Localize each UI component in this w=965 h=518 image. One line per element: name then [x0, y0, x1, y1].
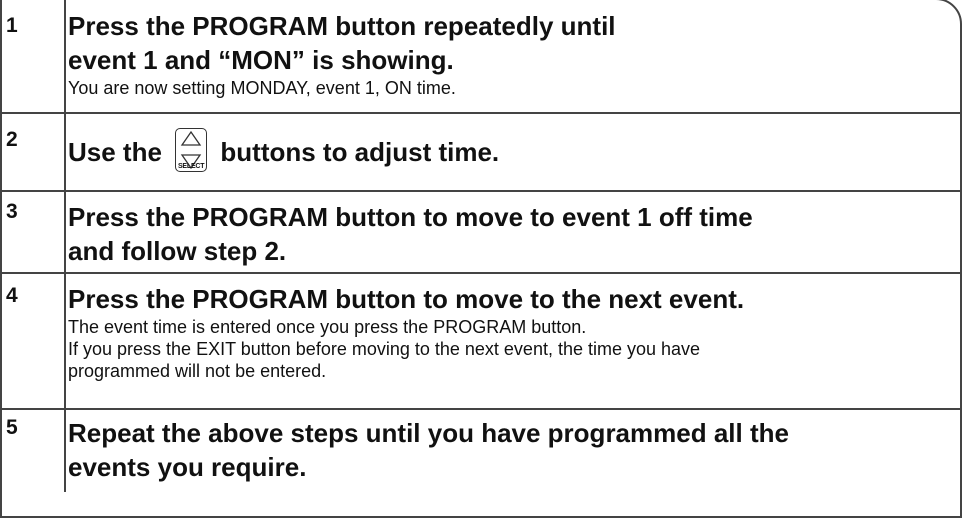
step-heading-line: Press the PROGRAM button to move to even…	[68, 202, 753, 232]
step-row-4: 4 Press the PROGRAM button to move to th…	[0, 274, 965, 408]
step-number: 4	[6, 284, 18, 307]
triangle-up-icon	[180, 130, 202, 146]
instruction-table: 1 Press the PROGRAM button repeatedly un…	[0, 0, 965, 518]
step-heading-text: Use the	[68, 137, 162, 167]
step-number: 2	[6, 128, 18, 151]
step-number: 1	[6, 14, 18, 37]
step-heading-line: event 1 and “MON” is showing.	[68, 45, 454, 75]
select-button: SELECT	[175, 128, 208, 173]
step-note: You are now setting MONDAY, event 1, ON …	[68, 78, 456, 98]
step-heading-text: buttons to adjust time.	[220, 137, 500, 167]
step-heading-line: and follow step 2.	[68, 236, 287, 266]
step-number: 3	[6, 200, 18, 223]
step-note: programmed will not be entered.	[68, 361, 327, 381]
step-row-1: 1 Press the PROGRAM button repeatedly un…	[0, 0, 965, 112]
step-row-3: 3 Press the PROGRAM button to move to ev…	[0, 192, 965, 272]
step-number: 5	[6, 416, 18, 439]
select-button-label: SELECT	[177, 163, 205, 171]
step-row-2: 2 Use the SELECT buttons to adjust time.	[0, 114, 965, 190]
step-row-5: 5 Repeat the above steps until you have …	[0, 410, 965, 492]
step-heading-line: Repeat the above steps until you have pr…	[68, 418, 789, 448]
step-note: The event time is entered once you press…	[68, 317, 587, 337]
step-note: If you press the EXIT button before movi…	[68, 339, 701, 359]
step-heading-line: events you require.	[68, 452, 307, 482]
step-heading-line: Press the PROGRAM button to move to the …	[68, 284, 745, 314]
step-heading-line: Press the PROGRAM button repeatedly unti…	[68, 11, 616, 41]
